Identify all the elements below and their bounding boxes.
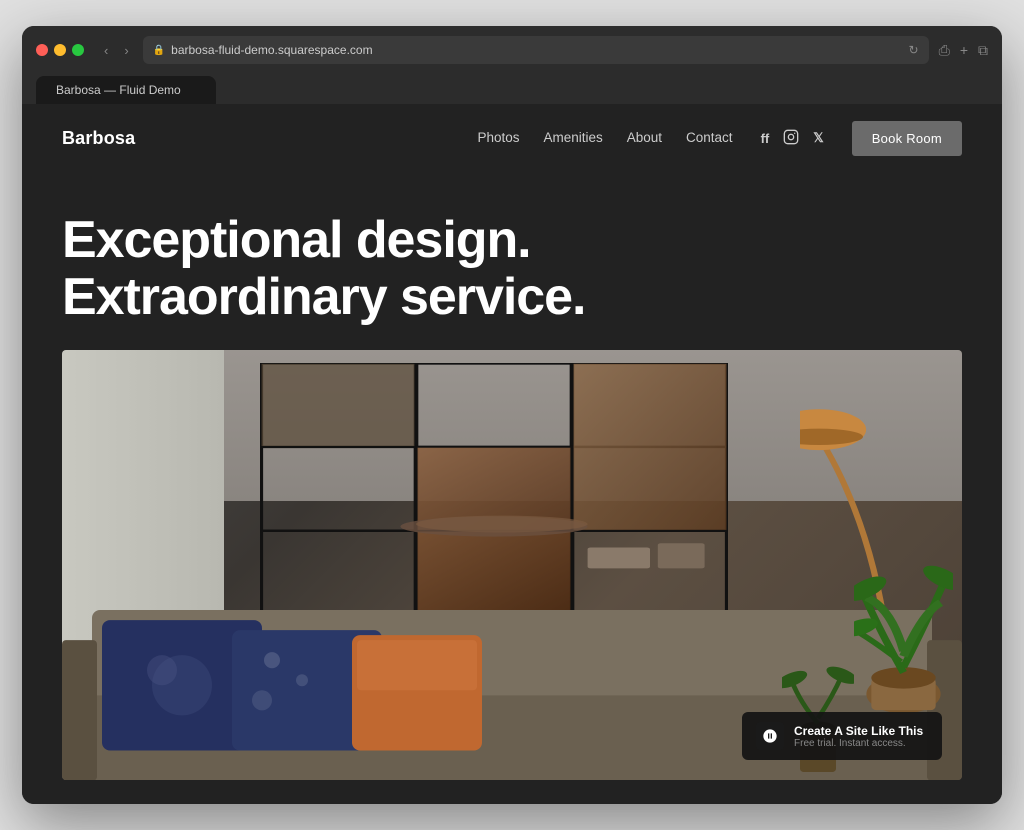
traffic-lights [36,44,84,56]
plant [854,522,953,737]
minimize-button[interactable] [54,44,66,56]
nav-links: Photos Amenities About Contact [477,129,732,147]
site-logo[interactable]: Barbosa [62,128,135,149]
website-content: Barbosa Photos Amenities About Contact [22,104,1002,804]
nav-item-about[interactable]: About [627,129,662,147]
badge-title: Create A Site Like This [794,724,923,738]
room-scene: Create A Site Like This Free trial. Inst… [62,350,962,780]
hero-text: Exceptional design. Extraordinary servic… [62,212,962,326]
browser-chrome: ‹ › 🔒 barbosa-fluid-demo.squarespace.com… [22,26,1002,104]
badge-subtitle: Free trial. Instant access. [794,738,923,749]
nav-right: Photos Amenities About Contact f [477,121,962,156]
book-room-button[interactable]: Book Room [852,121,962,156]
more-button[interactable]: ⧉ [978,42,988,59]
back-button[interactable]: ‹ [100,42,112,59]
new-tab-button[interactable]: + [960,42,968,58]
lock-icon: 🔒 [153,45,165,56]
nav-link-photos[interactable]: Photos [477,130,519,145]
badge-text: Create A Site Like This Free trial. Inst… [794,724,923,749]
instagram-icon[interactable] [783,129,799,148]
navbar: Barbosa Photos Amenities About Contact [22,104,1002,172]
refresh-icon[interactable]: ↻ [909,43,919,57]
twitter-icon[interactable]: 𝕏 [813,130,823,146]
forward-button[interactable]: › [120,42,132,59]
hero-section: Exceptional design. Extraordinary servic… [22,172,1002,780]
address-bar[interactable]: 🔒 barbosa-fluid-demo.squarespace.com ↻ [143,36,929,64]
hero-line-2: Extraordinary service. [62,268,585,326]
social-icons: f 𝕏 [761,129,824,148]
browser-tabs: Barbosa — Fluid Demo [36,72,988,104]
squarespace-logo [756,722,784,750]
browser-top-bar: ‹ › 🔒 barbosa-fluid-demo.squarespace.com… [36,36,988,64]
facebook-icon[interactable]: f [761,131,770,146]
maximize-button[interactable] [72,44,84,56]
share-button[interactable]: ⎙ [939,42,950,59]
url-text: barbosa-fluid-demo.squarespace.com [171,43,372,57]
nav-item-amenities[interactable]: Amenities [543,129,602,147]
close-button[interactable] [36,44,48,56]
nav-link-about[interactable]: About [627,130,662,145]
squarespace-badge[interactable]: Create A Site Like This Free trial. Inst… [742,712,942,760]
hero-image: Create A Site Like This Free trial. Inst… [62,350,962,780]
tab-title: Barbosa — Fluid Demo [56,83,181,97]
active-tab[interactable]: Barbosa — Fluid Demo [36,76,216,104]
nav-item-photos[interactable]: Photos [477,129,519,147]
hero-headline: Exceptional design. Extraordinary servic… [62,212,962,326]
nav-link-amenities[interactable]: Amenities [543,130,602,145]
browser-actions: ⎙ + ⧉ [939,42,988,59]
browser-window: ‹ › 🔒 barbosa-fluid-demo.squarespace.com… [22,26,1002,804]
nav-item-contact[interactable]: Contact [686,129,733,147]
browser-controls: ‹ › [100,42,133,59]
nav-link-contact[interactable]: Contact [686,130,733,145]
hero-line-1: Exceptional design. [62,211,531,269]
